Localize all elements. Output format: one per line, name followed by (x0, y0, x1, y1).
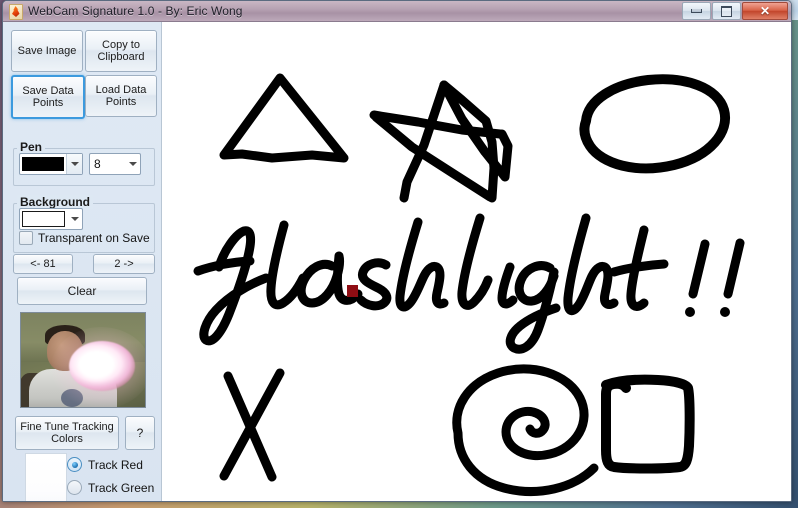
canvas-ink-layer (193, 73, 745, 496)
save-image-button[interactable]: Save Image (11, 30, 83, 72)
exclamation-marks (685, 238, 745, 317)
transparent-on-save-label: Transparent on Save (38, 231, 150, 245)
pen-color-swatch (22, 157, 64, 171)
background-color-combo[interactable] (19, 208, 83, 230)
client-area: Save Image Copy to Clipboard Save Data P… (3, 22, 791, 501)
tracked-color-preview (25, 453, 67, 501)
chevron-down-icon[interactable] (67, 209, 82, 229)
shape-spiral (452, 364, 599, 496)
sidebar: Save Image Copy to Clipboard Save Data P… (3, 22, 161, 501)
save-data-points-button[interactable]: Save Data Points (11, 75, 85, 119)
pen-size-combo[interactable]: 8 (89, 153, 141, 175)
load-data-points-button[interactable]: Load Data Points (85, 75, 157, 117)
pen-group-label: Pen (17, 140, 46, 154)
track-red-radio[interactable] (67, 457, 82, 472)
tracking-cursor-dot (347, 285, 358, 297)
window-controls: ✕ (682, 2, 788, 20)
background-group-label: Background (17, 195, 94, 209)
track-green-radio-row[interactable]: Track Green (67, 480, 154, 495)
shape-oval (579, 74, 731, 174)
shape-triangle (219, 73, 349, 163)
shape-star (369, 80, 513, 203)
fine-tune-tracking-colors-button[interactable]: Fine Tune Tracking Colors (15, 416, 119, 450)
minimize-button[interactable] (682, 2, 711, 20)
track-red-label: Track Red (88, 457, 143, 472)
webcam-preview[interactable] (20, 312, 146, 408)
screen: WebCam Signature 1.0 - By: Eric Wong ✕ S… (0, 0, 798, 508)
background-color-swatch (22, 211, 65, 227)
copy-to-clipboard-button[interactable]: Copy to Clipboard (85, 30, 157, 72)
maximize-icon (721, 5, 732, 17)
shape-x (219, 368, 285, 482)
transparent-on-save-checkbox[interactable] (19, 231, 33, 245)
track-red-radio-row[interactable]: Track Red (67, 457, 143, 472)
flame-document-icon (8, 4, 24, 20)
track-green-label: Track Green (88, 480, 155, 495)
previous-frame-button[interactable]: <- 81 (13, 254, 73, 274)
close-button[interactable]: ✕ (742, 2, 788, 20)
chevron-down-icon[interactable] (125, 154, 140, 174)
handwritten-flashlight (193, 213, 669, 354)
clear-button[interactable]: Clear (17, 277, 147, 305)
window-title: WebCam Signature 1.0 - By: Eric Wong (28, 4, 243, 18)
track-green-radio[interactable] (67, 480, 82, 495)
chevron-down-icon[interactable] (66, 154, 82, 174)
minimize-icon (691, 9, 702, 13)
close-icon: ✕ (759, 4, 771, 18)
drawing-canvas[interactable] (161, 22, 791, 501)
shape-square (601, 374, 695, 474)
pen-size-value: 8 (94, 157, 101, 171)
transparent-on-save-row[interactable]: Transparent on Save (19, 231, 150, 245)
pen-color-combo[interactable] (19, 153, 83, 175)
title-bar[interactable]: WebCam Signature 1.0 - By: Eric Wong ✕ (3, 1, 791, 22)
help-button[interactable]: ? (125, 416, 155, 450)
maximize-button[interactable] (712, 2, 741, 20)
main-window: WebCam Signature 1.0 - By: Eric Wong ✕ S… (2, 0, 792, 502)
next-frame-button[interactable]: 2 -> (93, 254, 155, 274)
